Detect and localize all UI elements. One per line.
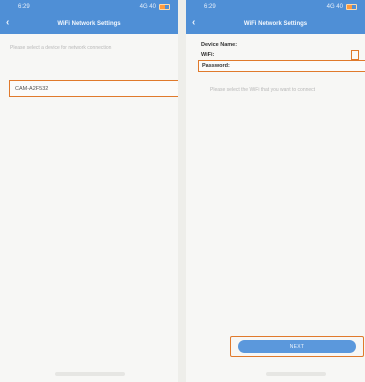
- status-bar: 6:29 4G 40: [186, 0, 365, 13]
- device-list-screen: 6:29 4G 40 ‹ WiFi Network Settings Pleas…: [0, 0, 178, 382]
- wifi-form: Device Name: WiFi: Password:: [186, 34, 365, 72]
- device-name-label: Device Name:: [201, 42, 238, 48]
- battery-icon: [346, 3, 357, 10]
- nav-bar: ‹ WiFi Network Settings: [186, 13, 365, 34]
- wifi-settings-screen: 6:29 4G 40 ‹ WiFi Network Settings Devic…: [186, 0, 365, 382]
- status-bar: 6:29 4G 40: [0, 0, 178, 13]
- battery-icon: [159, 3, 170, 10]
- wifi-select-button[interactable]: [351, 50, 359, 60]
- signal-text: 4G 40: [326, 3, 343, 10]
- device-name-row: Device Name:: [186, 40, 359, 50]
- nav-bar: ‹ WiFi Network Settings: [0, 13, 178, 34]
- device-name: CAM-A2F532: [15, 85, 49, 92]
- status-time: 6:29: [18, 3, 30, 10]
- password-label: Password:: [202, 63, 230, 69]
- signal-text: 4G 40: [139, 3, 156, 10]
- home-indicator: [266, 372, 326, 376]
- password-field[interactable]: Password:: [198, 60, 365, 72]
- chevron-left-icon[interactable]: ‹: [192, 17, 195, 29]
- status-time: 6:29: [204, 3, 216, 10]
- wifi-row[interactable]: WiFi:: [186, 50, 359, 60]
- home-indicator: [55, 372, 125, 376]
- device-select-hint: Please select a device for network conne…: [10, 45, 112, 51]
- wifi-select-hint: Please select the WiFi that you want to …: [210, 87, 316, 93]
- next-button-highlight: NEXT: [230, 336, 364, 357]
- status-indicators: 4G 40: [326, 3, 357, 10]
- chevron-left-icon[interactable]: ‹: [6, 17, 9, 29]
- status-indicators: 4G 40: [139, 3, 170, 10]
- wifi-label: WiFi:: [201, 52, 215, 58]
- nav-title: WiFi Network Settings: [57, 20, 121, 27]
- next-button[interactable]: NEXT: [238, 340, 356, 353]
- device-list-item[interactable]: CAM-A2F532 ◉: [9, 80, 178, 97]
- nav-title: WiFi Network Settings: [243, 20, 308, 27]
